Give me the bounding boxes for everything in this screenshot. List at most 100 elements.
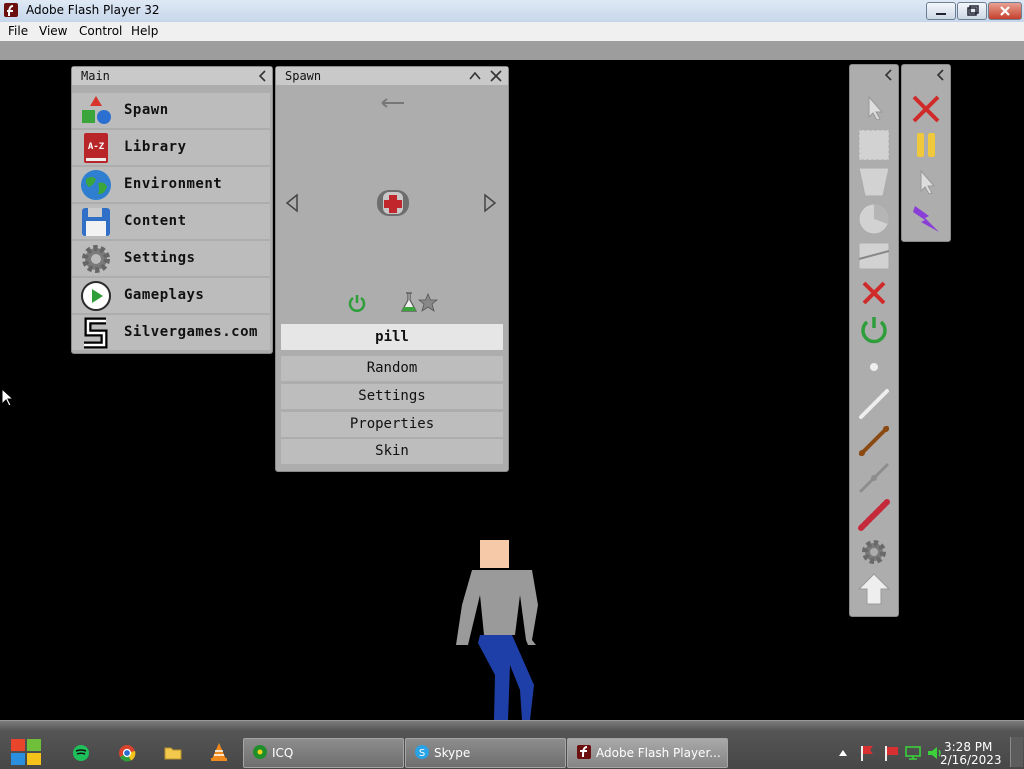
settings-button[interactable]: Settings xyxy=(281,384,503,409)
spring-tool-icon[interactable] xyxy=(857,498,891,532)
stage-top-border xyxy=(0,41,1024,60)
mouse-cursor-icon xyxy=(1,388,15,407)
main-item-library[interactable]: A-Z Library xyxy=(72,130,270,165)
vlc-icon[interactable] xyxy=(210,742,228,762)
window-title: Adobe Flash Player 32 xyxy=(26,3,160,17)
spotify-icon[interactable] xyxy=(72,744,90,762)
main-item-spawn[interactable]: Spawn xyxy=(72,93,270,128)
taskbar-app-label: Adobe Flash Player... xyxy=(596,746,721,760)
show-desktop-button[interactable] xyxy=(1010,737,1023,767)
point-tool-icon[interactable] xyxy=(857,350,891,384)
main-item-settings[interactable]: Settings xyxy=(72,241,270,276)
main-item-label: Library xyxy=(124,139,187,155)
clock-time[interactable]: 3:28 PM xyxy=(944,740,992,754)
main-item-environment[interactable]: Environment xyxy=(72,167,270,202)
ragdoll-head xyxy=(480,540,509,568)
chevron-up-icon[interactable] xyxy=(469,70,481,82)
power-toggle-icon[interactable] xyxy=(347,293,367,313)
tools-panel xyxy=(849,64,899,617)
rope-tool-icon[interactable] xyxy=(857,424,891,458)
skin-button[interactable]: Skin xyxy=(281,439,503,464)
next-arrow-icon[interactable] xyxy=(482,193,498,213)
playback-panel xyxy=(901,64,951,242)
random-button[interactable]: Random xyxy=(281,356,503,381)
restore-button[interactable] xyxy=(957,2,987,20)
menu-help[interactable]: Help xyxy=(131,24,158,38)
book-az-icon: A-Z xyxy=(84,133,108,163)
folder-icon[interactable] xyxy=(164,744,182,762)
delete-x-tool-icon[interactable] xyxy=(857,276,891,310)
power-tool-icon[interactable] xyxy=(857,313,891,347)
ragdoll-torso xyxy=(456,570,538,645)
minimize-button[interactable] xyxy=(926,2,956,20)
flip-arrow-icon[interactable] xyxy=(380,97,406,109)
tray-expand-icon[interactable] xyxy=(838,748,848,758)
main-item-label: Settings xyxy=(124,250,196,266)
taskbar-app-icq[interactable]: ICQ xyxy=(243,738,404,768)
taskbar-app-label: Skype xyxy=(434,746,471,760)
taskbar-app-flash[interactable]: Adobe Flash Player... xyxy=(567,738,728,768)
main-panel: Main Spawn A-Z Library Environment Conte… xyxy=(71,66,273,354)
main-panel-header: Main xyxy=(72,67,272,85)
up-arrow-tool-icon[interactable] xyxy=(857,572,891,606)
menu-view[interactable]: View xyxy=(39,24,67,38)
icq-icon xyxy=(253,745,267,759)
silvergames-logo-icon xyxy=(84,317,108,349)
chrome-icon[interactable] xyxy=(118,744,136,762)
menu-control[interactable]: Control xyxy=(79,24,122,38)
drag-cursor-icon[interactable] xyxy=(909,165,943,199)
play-icon xyxy=(81,281,111,311)
pause-icon[interactable] xyxy=(909,128,943,162)
globe-icon xyxy=(81,170,111,200)
network-icon[interactable] xyxy=(904,744,922,762)
collapse-left-icon[interactable] xyxy=(936,69,946,81)
main-item-label: Spawn xyxy=(124,102,169,118)
close-window-button[interactable] xyxy=(988,2,1022,20)
red-flag-icon[interactable] xyxy=(882,744,900,762)
menu-file[interactable]: File xyxy=(8,24,28,38)
slash-box-tool-icon[interactable] xyxy=(857,239,891,273)
ragdoll-figure[interactable] xyxy=(450,535,550,720)
properties-button[interactable]: Properties xyxy=(281,412,503,437)
main-item-silvergames[interactable]: Silvergames.com xyxy=(72,315,270,350)
svg-text:S: S xyxy=(419,748,425,759)
collapse-left-icon[interactable] xyxy=(884,69,894,81)
spawn-panel-header: Spawn xyxy=(276,67,508,85)
menu-bar: File View Control Help xyxy=(0,22,1024,41)
gear-icon xyxy=(82,245,110,273)
box-select-tool-icon[interactable] xyxy=(857,128,891,162)
gear-tool-icon[interactable] xyxy=(857,535,891,569)
trapezoid-tool-icon[interactable] xyxy=(857,165,891,199)
pie-tool-icon[interactable] xyxy=(857,202,891,236)
taskbar-app-label: ICQ xyxy=(272,746,294,760)
close-icon[interactable] xyxy=(490,70,502,82)
flash-app-icon xyxy=(4,3,18,17)
rod-tool-icon[interactable] xyxy=(857,387,891,421)
main-item-label: Gameplays xyxy=(124,287,205,303)
joint-tool-icon[interactable] xyxy=(857,461,891,495)
ragdoll-legs xyxy=(478,635,534,720)
svg-text:A-Z: A-Z xyxy=(88,142,105,152)
action-center-flag-icon[interactable] xyxy=(858,744,876,762)
flask-star-icon[interactable] xyxy=(400,290,440,314)
pill-preview-icon xyxy=(377,190,409,216)
main-item-label: Silvergames.com xyxy=(124,324,258,340)
main-item-label: Environment xyxy=(124,176,223,192)
select-cursor-tool-icon[interactable] xyxy=(857,91,891,125)
clock-date[interactable]: 2/16/2023 xyxy=(940,753,1002,767)
window-titlebar: Adobe Flash Player 32 xyxy=(0,0,1024,23)
skype-icon: S xyxy=(415,745,429,759)
main-item-content[interactable]: Content xyxy=(72,204,270,239)
lightning-icon[interactable] xyxy=(909,202,943,236)
windows-start-icon[interactable] xyxy=(9,737,43,767)
flash-app-icon xyxy=(577,745,591,759)
main-item-gameplays[interactable]: Gameplays xyxy=(72,278,270,313)
clear-all-icon[interactable] xyxy=(909,92,943,126)
spawn-panel-title: Spawn xyxy=(285,69,322,83)
taskbar-app-skype[interactable]: S Skype xyxy=(405,738,566,768)
previous-arrow-icon[interactable] xyxy=(284,193,300,213)
collapse-left-icon[interactable] xyxy=(258,70,268,82)
main-panel-title: Main xyxy=(81,69,110,83)
shapes-icon xyxy=(82,96,111,124)
floppy-disk-icon xyxy=(82,208,110,236)
